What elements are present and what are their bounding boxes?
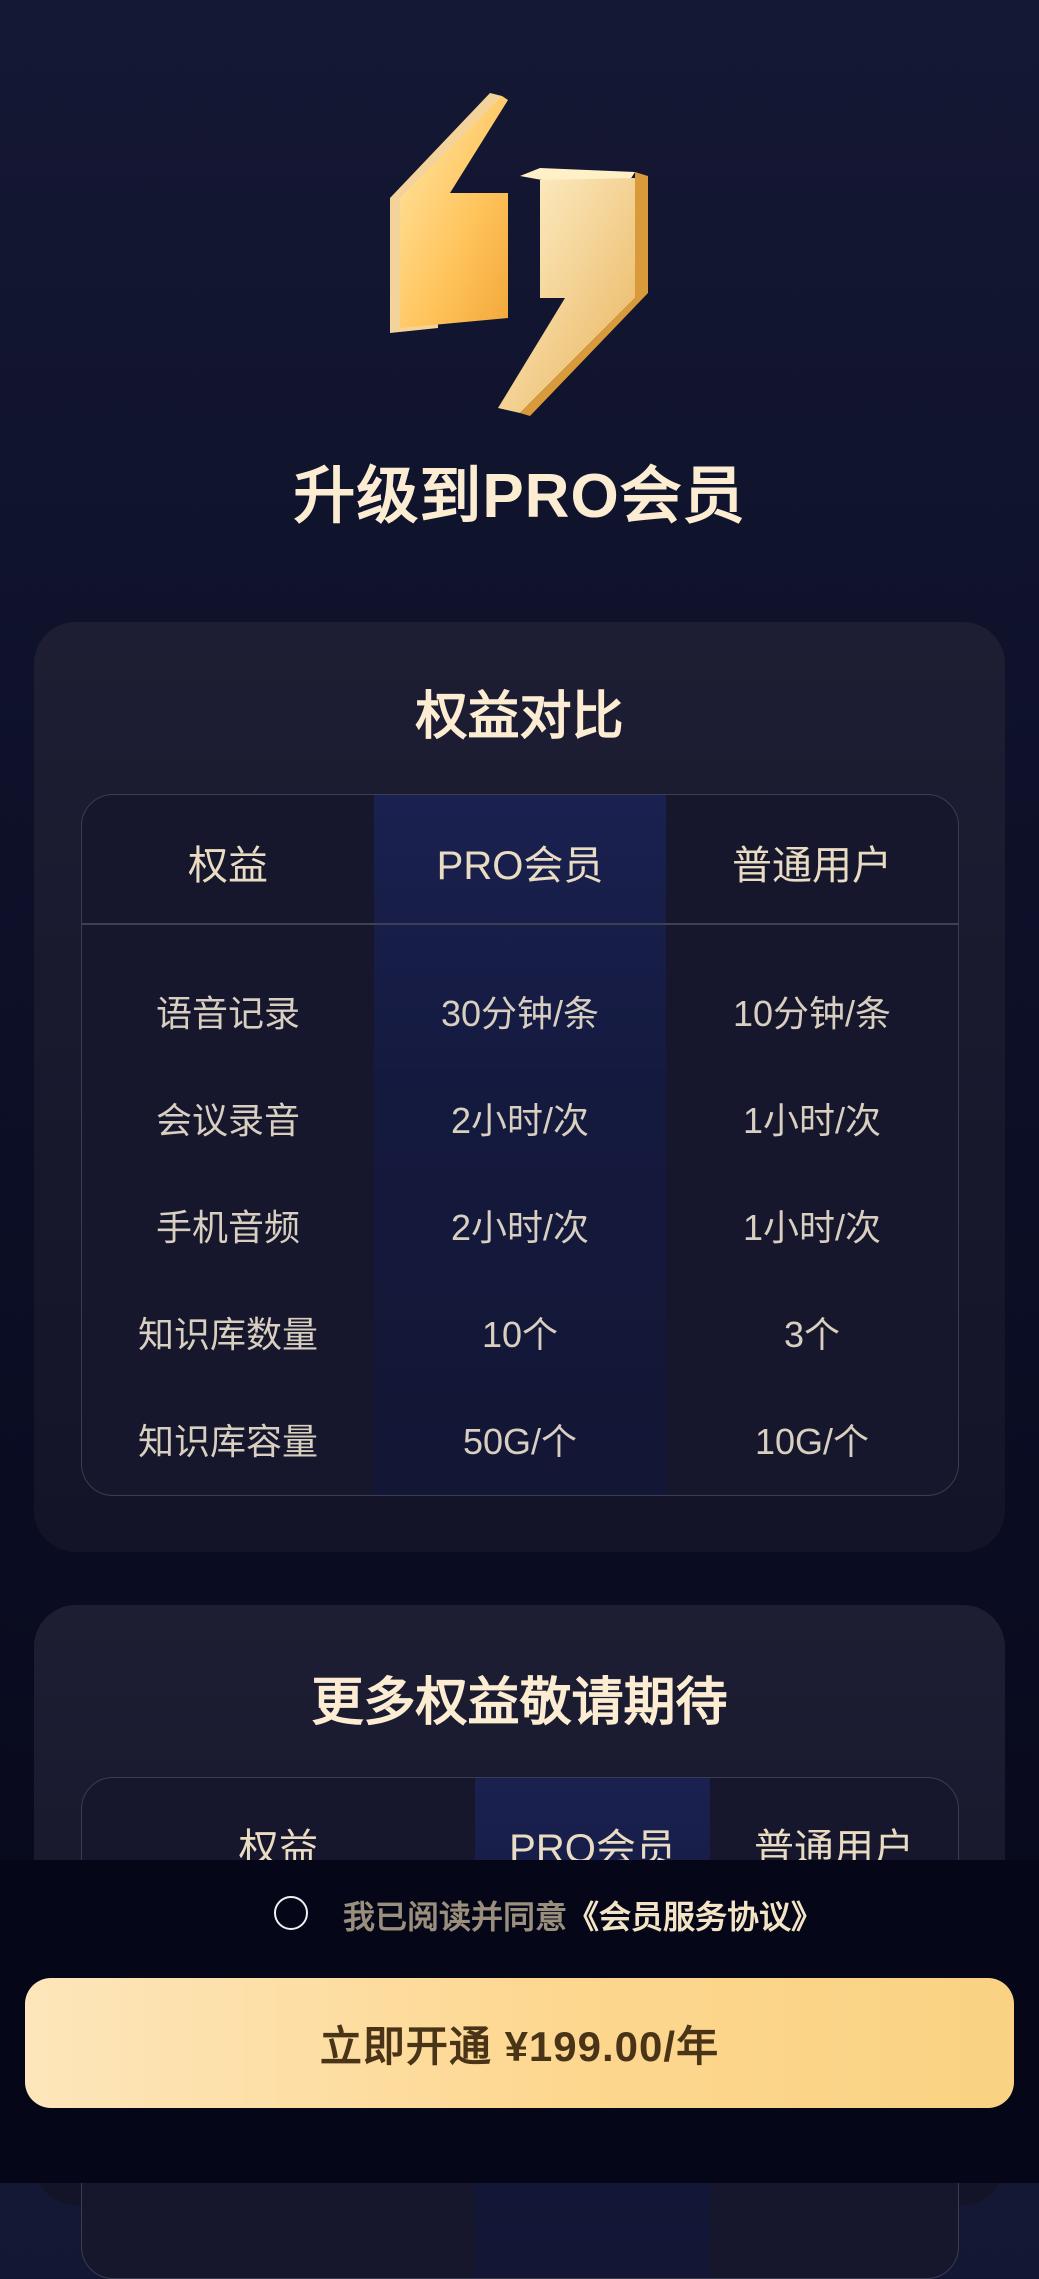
service-agreement-link[interactable]: 《会员服务协议》	[567, 1899, 823, 1935]
comparison-title: 权益对比	[415, 688, 624, 746]
column-header-regular: 普通用户	[732, 844, 892, 888]
benefits-comparison-card: 权益对比 权益 PRO会员 普通用户 语音记录 30分钟/条 10分钟/条 会议…	[34, 622, 1005, 1552]
row-regular-value: 10分钟/条	[732, 993, 892, 1034]
row-pro-value: 10个	[481, 1314, 559, 1355]
column-header-benefit: 权益	[188, 844, 268, 888]
gold-quote-logo-icon	[390, 93, 648, 416]
agreement-text: 我已阅读并同意《会员服务协议》	[343, 1892, 823, 1938]
row-regular-value: 3个	[783, 1314, 841, 1355]
row-benefit-name: 知识库容量	[137, 1421, 318, 1462]
radio-unchecked-icon[interactable]	[274, 1896, 308, 1930]
row-benefit-name: 会议录音	[155, 1100, 300, 1141]
comparison-table: 权益 PRO会员 普通用户 语音记录 30分钟/条 10分钟/条 会议录音 2小…	[81, 794, 959, 1496]
column-header-pro: PRO会员	[436, 844, 604, 888]
more-benefits-title: 更多权益敬请期待	[311, 1674, 728, 1732]
pro-column-highlight	[374, 795, 666, 1495]
subscribe-button[interactable]: 立即开通 ¥199.00/年	[25, 1978, 1014, 2108]
row-pro-value: 30分钟/条	[440, 993, 600, 1034]
row-benefit-name: 语音记录	[155, 993, 300, 1034]
agreement-prefix: 我已阅读并同意	[343, 1899, 568, 1935]
row-pro-value: 2小时/次	[450, 1100, 590, 1141]
row-benefit-name: 知识库数量	[137, 1314, 318, 1355]
row-pro-value: 2小时/次	[450, 1207, 590, 1248]
page-title: 升级到PRO会员	[293, 462, 746, 531]
row-regular-value: 1小时/次	[742, 1207, 882, 1248]
row-regular-value: 1小时/次	[742, 1100, 882, 1141]
row-benefit-name: 手机音频	[155, 1207, 300, 1248]
row-regular-value: 10G/个	[754, 1421, 870, 1462]
row-pro-value: 50G/个	[462, 1421, 578, 1462]
agreement-row[interactable]: 我已阅读并同意《会员服务协议》	[0, 1892, 1039, 1942]
header-divider	[82, 923, 958, 925]
